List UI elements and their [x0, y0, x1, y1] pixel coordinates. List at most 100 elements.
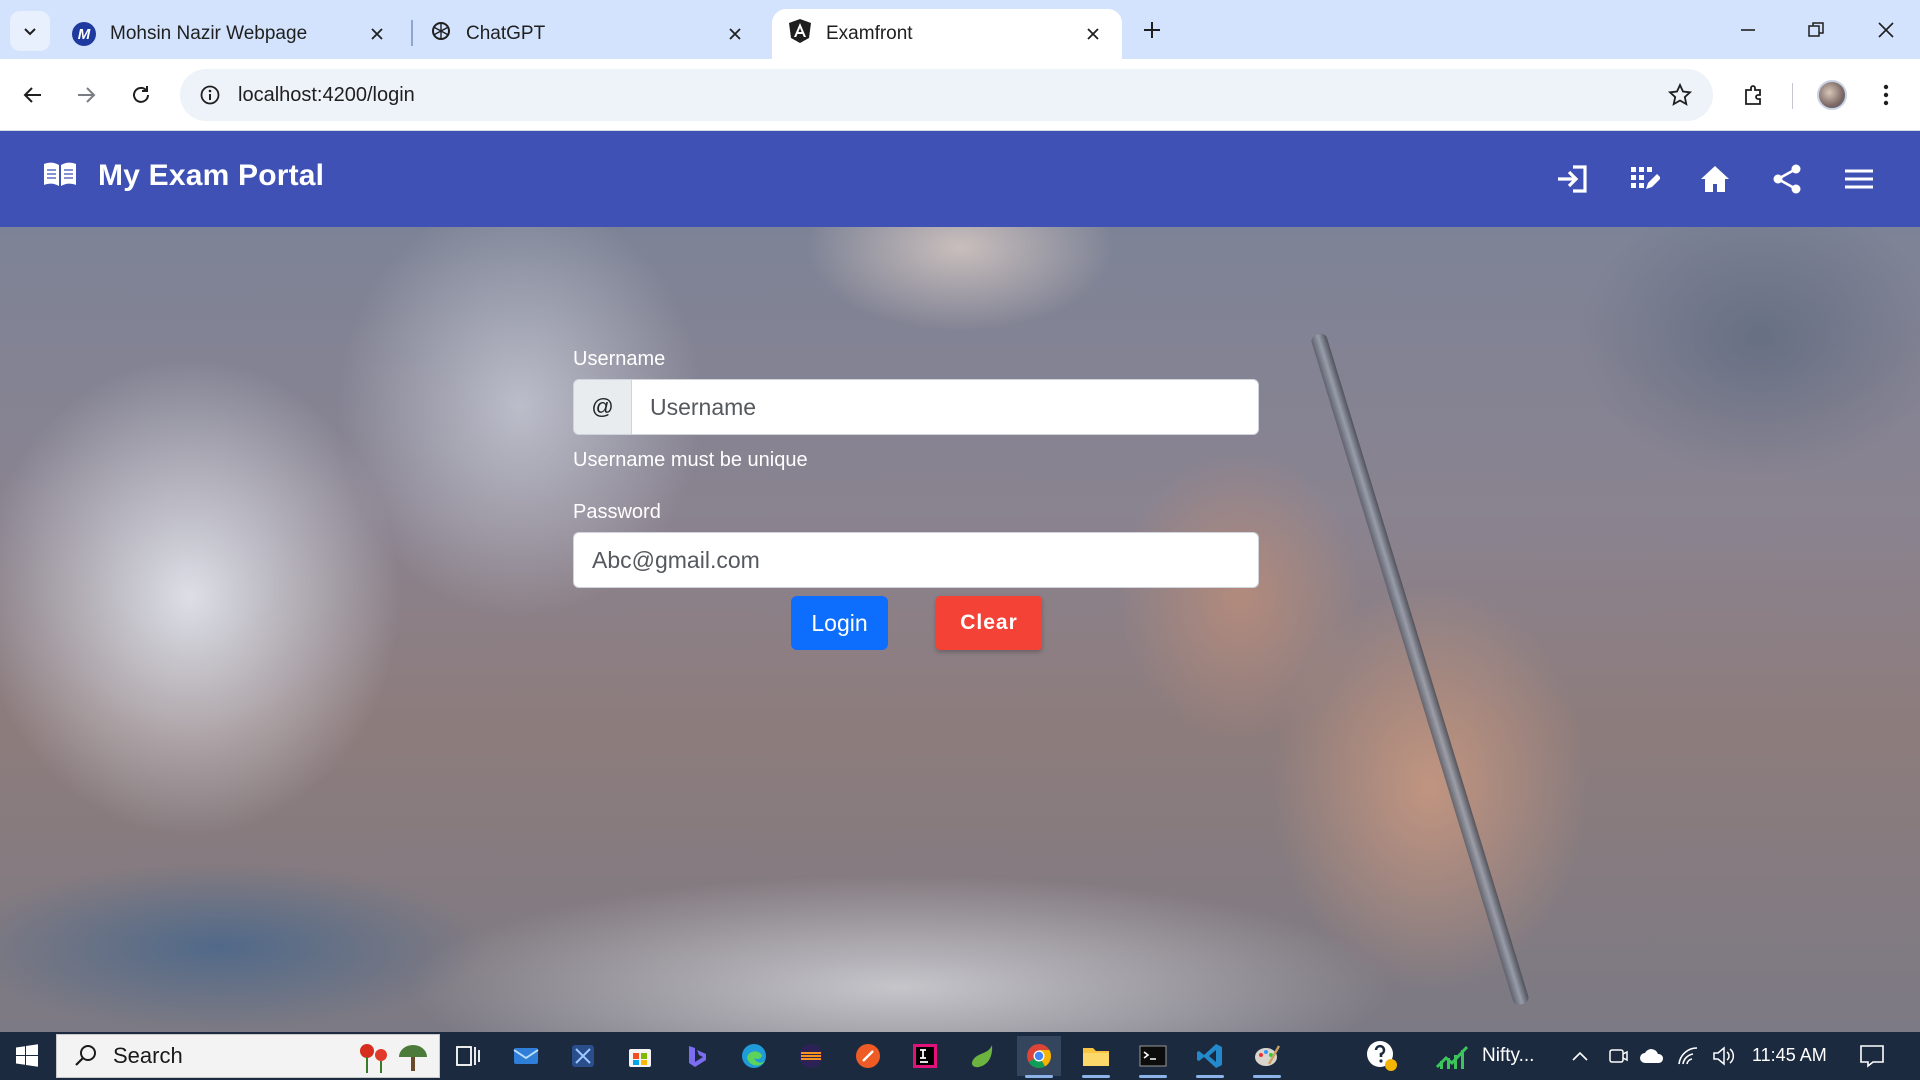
book-icon	[42, 160, 78, 193]
file-explorer-app[interactable]	[1074, 1036, 1118, 1078]
address-bar[interactable]: localhost:4200/login	[180, 69, 1713, 121]
search-icon	[75, 1045, 96, 1066]
help-icon	[1367, 1041, 1397, 1071]
tab-search-button[interactable]	[10, 11, 50, 51]
kebab-menu-icon	[1883, 84, 1889, 106]
extensions-button[interactable]	[1734, 75, 1774, 115]
wifi-icon	[1678, 1047, 1698, 1065]
copilot-app[interactable]	[675, 1036, 719, 1076]
reload-button[interactable]	[121, 75, 161, 115]
active-indicator	[1139, 1075, 1167, 1078]
username-label: Username	[573, 348, 666, 370]
store-app[interactable]	[618, 1036, 662, 1076]
postman-icon	[856, 1044, 880, 1068]
toolbar-divider	[1792, 83, 1793, 109]
edge-app[interactable]	[732, 1036, 776, 1076]
mail-app[interactable]	[504, 1036, 548, 1076]
login-button[interactable]: Login	[791, 596, 888, 650]
password-block: Password	[573, 501, 1259, 588]
chevron-up-icon	[1572, 1051, 1588, 1061]
tab-examfront[interactable]: Examfront	[772, 9, 1122, 59]
close-icon	[1878, 22, 1894, 38]
vscode-app[interactable]	[1188, 1036, 1232, 1078]
password-input[interactable]	[573, 532, 1259, 588]
login-form: Username @ Username must be unique Passw…	[573, 348, 1259, 588]
minimize-icon	[1741, 29, 1755, 31]
snipping-tool-app[interactable]	[561, 1036, 605, 1076]
at-sign-addon: @	[574, 380, 632, 434]
brand[interactable]: My Exam Portal	[42, 159, 324, 193]
tab-mohsin-nazir[interactable]: M Mohsin Nazir Webpage	[56, 9, 406, 59]
tab-title: ChatGPT	[466, 23, 546, 44]
poppy-decoration-icon	[353, 1039, 431, 1080]
bookmark-star-icon[interactable]	[1667, 82, 1693, 113]
notification-icon	[1860, 1045, 1884, 1068]
active-indicator	[1082, 1075, 1110, 1078]
username-input-group: @	[573, 379, 1259, 435]
brand-title: My Exam Portal	[98, 159, 325, 192]
clock[interactable]: 11:45 AM	[1752, 1045, 1827, 1066]
browser-menu-button[interactable]	[1866, 75, 1906, 115]
bing-icon	[689, 1046, 706, 1067]
new-tab-button[interactable]	[1136, 14, 1168, 46]
active-indicator	[1253, 1075, 1281, 1078]
mail-icon	[513, 1048, 539, 1064]
clear-button[interactable]: Clear	[936, 596, 1042, 650]
postman-app[interactable]	[846, 1036, 890, 1076]
m-logo-icon: M	[72, 22, 96, 46]
tab-chatgpt[interactable]: ChatGPT	[414, 9, 764, 59]
login-nav-button[interactable]	[1552, 159, 1592, 199]
cloud-icon	[1640, 1049, 1664, 1063]
speaker-icon	[1713, 1046, 1735, 1066]
puzzle-icon	[1745, 85, 1761, 105]
back-button[interactable]	[13, 75, 53, 115]
minimize-button[interactable]	[1728, 12, 1768, 48]
start-button[interactable]	[0, 1032, 54, 1080]
close-icon[interactable]	[722, 21, 748, 47]
chrome-app[interactable]	[1017, 1036, 1061, 1078]
spring-icon	[971, 1045, 993, 1068]
forward-button[interactable]	[66, 75, 106, 115]
username-input[interactable]	[632, 380, 1258, 434]
terminal-icon	[1139, 1045, 1167, 1067]
paint-app[interactable]	[1245, 1036, 1289, 1078]
browser-toolbar: localhost:4200/login	[0, 59, 1920, 131]
task-view-button[interactable]	[446, 1036, 490, 1076]
site-info-icon[interactable]	[184, 69, 236, 121]
close-icon[interactable]	[1080, 21, 1106, 47]
chevron-down-icon	[24, 28, 36, 36]
home-nav-button[interactable]	[1695, 159, 1735, 199]
vscode-icon	[1197, 1044, 1222, 1068]
close-icon[interactable]	[364, 21, 390, 47]
volume-tray-button[interactable]	[1702, 1036, 1746, 1076]
active-indicator	[1196, 1075, 1224, 1078]
folder-icon	[1083, 1048, 1109, 1066]
taskbar-search[interactable]: Search	[56, 1034, 440, 1078]
close-window-button[interactable]	[1866, 12, 1906, 48]
active-indicator	[1025, 1075, 1053, 1078]
eclipse-app[interactable]	[789, 1036, 833, 1076]
dashboard-nav-button[interactable]	[1624, 159, 1664, 199]
menu-icon	[1845, 169, 1873, 189]
help-tray-icon-button[interactable]	[1360, 1036, 1404, 1076]
stock-widget[interactable]	[1430, 1036, 1474, 1076]
restore-button[interactable]	[1796, 12, 1836, 48]
url-text[interactable]: localhost:4200/login	[238, 84, 415, 107]
intellij-app[interactable]	[903, 1036, 947, 1076]
share-nav-button[interactable]	[1767, 159, 1807, 199]
edge-icon	[742, 1044, 766, 1068]
profile-button[interactable]	[1812, 75, 1852, 115]
stock-chart-icon	[1435, 1045, 1469, 1069]
spring-tools-app[interactable]	[960, 1036, 1004, 1076]
reload-icon	[133, 86, 149, 103]
camera-icon	[1609, 1049, 1628, 1063]
tab-separator	[411, 20, 413, 46]
share-icon	[1773, 164, 1801, 194]
stock-widget-label[interactable]: Nifty...	[1482, 1045, 1534, 1067]
terminal-app[interactable]	[1131, 1036, 1175, 1078]
paint-icon	[1255, 1045, 1281, 1066]
home-icon	[1701, 166, 1729, 192]
snipping-icon	[572, 1045, 594, 1067]
notifications-button[interactable]	[1850, 1036, 1894, 1076]
menu-nav-button[interactable]	[1839, 159, 1879, 199]
